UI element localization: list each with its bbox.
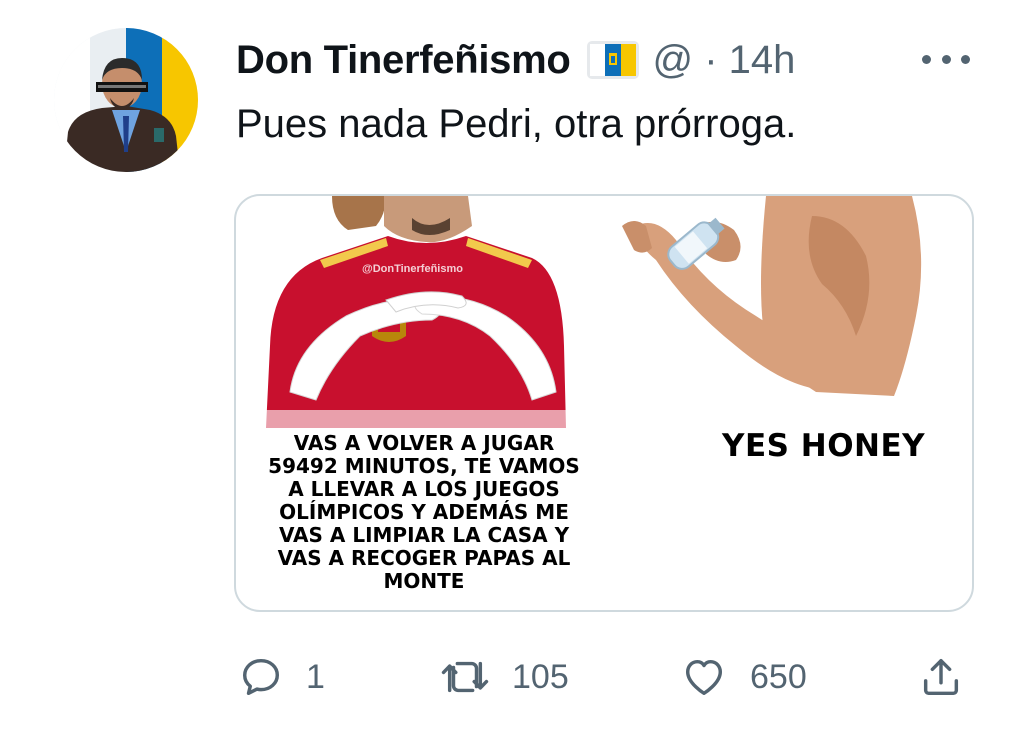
- reply-icon: [242, 658, 280, 696]
- meme-left-caption: VAS A VOLVER A JUGAR 59492 MINUTOS, TE V…: [268, 431, 580, 593]
- more-options-icon[interactable]: [922, 44, 970, 74]
- retweet-count: 105: [512, 657, 569, 696]
- profile-photo: [54, 28, 198, 172]
- tweet-header: Don Tinerfeñismo @ · 14h: [236, 34, 795, 86]
- like-count: 650: [750, 657, 807, 696]
- meme-left-image: [236, 196, 616, 428]
- reply-button[interactable]: 1: [238, 654, 325, 700]
- meme-right-caption: YES HONEY: [722, 428, 926, 464]
- handle-timestamp[interactable]: @ · 14h: [653, 38, 796, 83]
- meme-right-image: [622, 196, 922, 396]
- share-icon: [923, 658, 959, 696]
- tweet-text: Pues nada Pedri, otra prórroga.: [236, 102, 797, 146]
- tweet-actions: 1 105 650: [0, 648, 1024, 708]
- retweet-button[interactable]: 105: [440, 654, 569, 700]
- heart-icon: [685, 659, 723, 696]
- avatar[interactable]: [54, 28, 198, 172]
- meme-watermark: @DonTinerfeñismo: [362, 263, 463, 275]
- retweet-icon: [441, 661, 489, 693]
- like-button[interactable]: 650: [680, 654, 807, 700]
- author-name[interactable]: Don Tinerfeñismo: [236, 38, 571, 83]
- canary-islands-flag-icon: [586, 41, 639, 79]
- reply-count: 1: [306, 657, 325, 696]
- share-button[interactable]: [918, 654, 964, 700]
- media-card[interactable]: @DonTinerfeñismo VAS A VOLVER A JUGAR 59…: [234, 194, 974, 612]
